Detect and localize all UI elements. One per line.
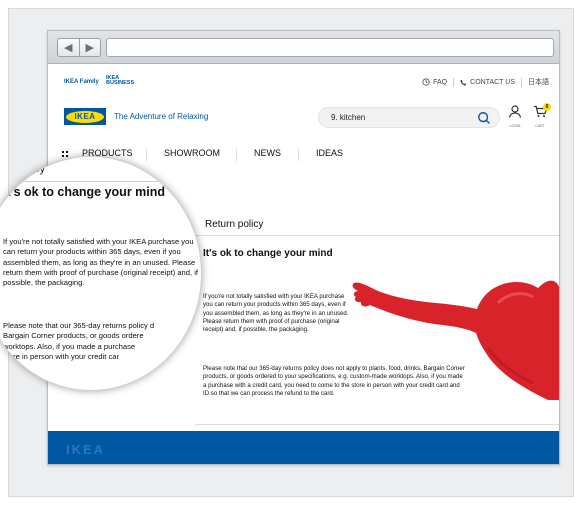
- login-button[interactable]: LOGIN: [507, 105, 523, 128]
- faq-link[interactable]: FAQ: [422, 78, 447, 86]
- search-icon[interactable]: [477, 111, 491, 125]
- cart-label: CART: [535, 124, 545, 128]
- magnified-paragraph2: Please note that our 365-day returns pol…: [3, 321, 201, 362]
- site-footer: IKEA: [48, 431, 559, 464]
- triangle-right-icon: ▶: [85, 42, 94, 54]
- forward-button[interactable]: ▶: [78, 39, 101, 56]
- language-link[interactable]: 日本語: [528, 77, 549, 87]
- ikea-logo[interactable]: IKEA: [64, 108, 106, 125]
- footer-logo: IKEA: [66, 442, 106, 457]
- nav-divider: [236, 149, 237, 161]
- login-label: LOGIN: [509, 124, 521, 128]
- cart-button[interactable]: 0 CART: [531, 103, 551, 128]
- section-heading: It's ok to change your mind: [203, 248, 333, 259]
- magnified-paragraph2-line: store in person with your credit car: [3, 351, 120, 361]
- screenshot-frame: ◀ ▶ IKEA Family IKEA BUSINESS FAQ CONTAC…: [0, 0, 582, 505]
- clock-icon: [422, 78, 430, 86]
- ikea-business-link[interactable]: IKEA BUSINESS: [106, 75, 135, 86]
- faq-label: FAQ: [433, 78, 448, 86]
- business-link-line2: BUSINESS: [106, 80, 135, 86]
- return-policy-paragraph: If you're not totally satisfied with you…: [203, 293, 349, 334]
- contact-link[interactable]: CONTACT US: [460, 79, 515, 86]
- magnified-paragraph2-line: Bargain Corner products, or goods ordere: [3, 331, 144, 341]
- magnified-paragraph1: If you're not totally satisfied with you…: [3, 237, 199, 288]
- user-icon: [508, 105, 522, 118]
- magnified-paragraph2-line: worktops. Also, if you made a purchase: [3, 341, 136, 351]
- nav-divider: [298, 149, 299, 161]
- magnified-divider: [1, 181, 201, 182]
- tagline: The Adventure of Relaxing: [114, 112, 209, 121]
- magnified-page-title-fragment: policy: [17, 163, 46, 175]
- triangle-left-icon: ◀: [64, 42, 73, 54]
- ikea-family-link[interactable]: IKEA Family: [64, 79, 99, 85]
- section-divider: [195, 235, 559, 236]
- utility-links: FAQ CONTACT US 日本語: [422, 77, 549, 87]
- browser-toolbar: ◀ ▶: [48, 31, 559, 64]
- divider: [453, 77, 455, 87]
- logo-oval: IKEA: [66, 110, 104, 123]
- search-box[interactable]: 9. kitchen: [318, 107, 500, 128]
- history-buttons: ◀ ▶: [57, 38, 101, 57]
- page-title: Return policy: [205, 219, 264, 230]
- nav-item-ideas[interactable]: IDEAS: [316, 148, 343, 158]
- cart-count-badge: 0: [543, 103, 551, 111]
- magnifier-callout: policy It's ok to change your mind If yo…: [0, 156, 202, 391]
- contact-label: CONTACT US: [470, 78, 515, 86]
- back-button[interactable]: ◀: [58, 39, 79, 56]
- content-bottom-divider: [195, 424, 559, 425]
- search-input[interactable]: 9. kitchen: [331, 113, 365, 122]
- site-header: IKEA The Adventure of Relaxing 9. kitche…: [48, 99, 559, 137]
- magnified-heading: It's ok to change your mind: [3, 185, 166, 199]
- magnifier-content: policy It's ok to change your mind If yo…: [1, 157, 201, 390]
- address-bar[interactable]: [106, 38, 554, 57]
- divider: [521, 77, 522, 87]
- phone-icon: [460, 79, 467, 86]
- nav-item-news[interactable]: NEWS: [254, 148, 281, 158]
- utility-bar: IKEA Family IKEA BUSINESS FAQ CONTACT US…: [48, 71, 559, 93]
- magnified-paragraph2-line: Please note that our 365-day returns pol…: [3, 321, 155, 330]
- red-heart-arm-image: [352, 280, 559, 400]
